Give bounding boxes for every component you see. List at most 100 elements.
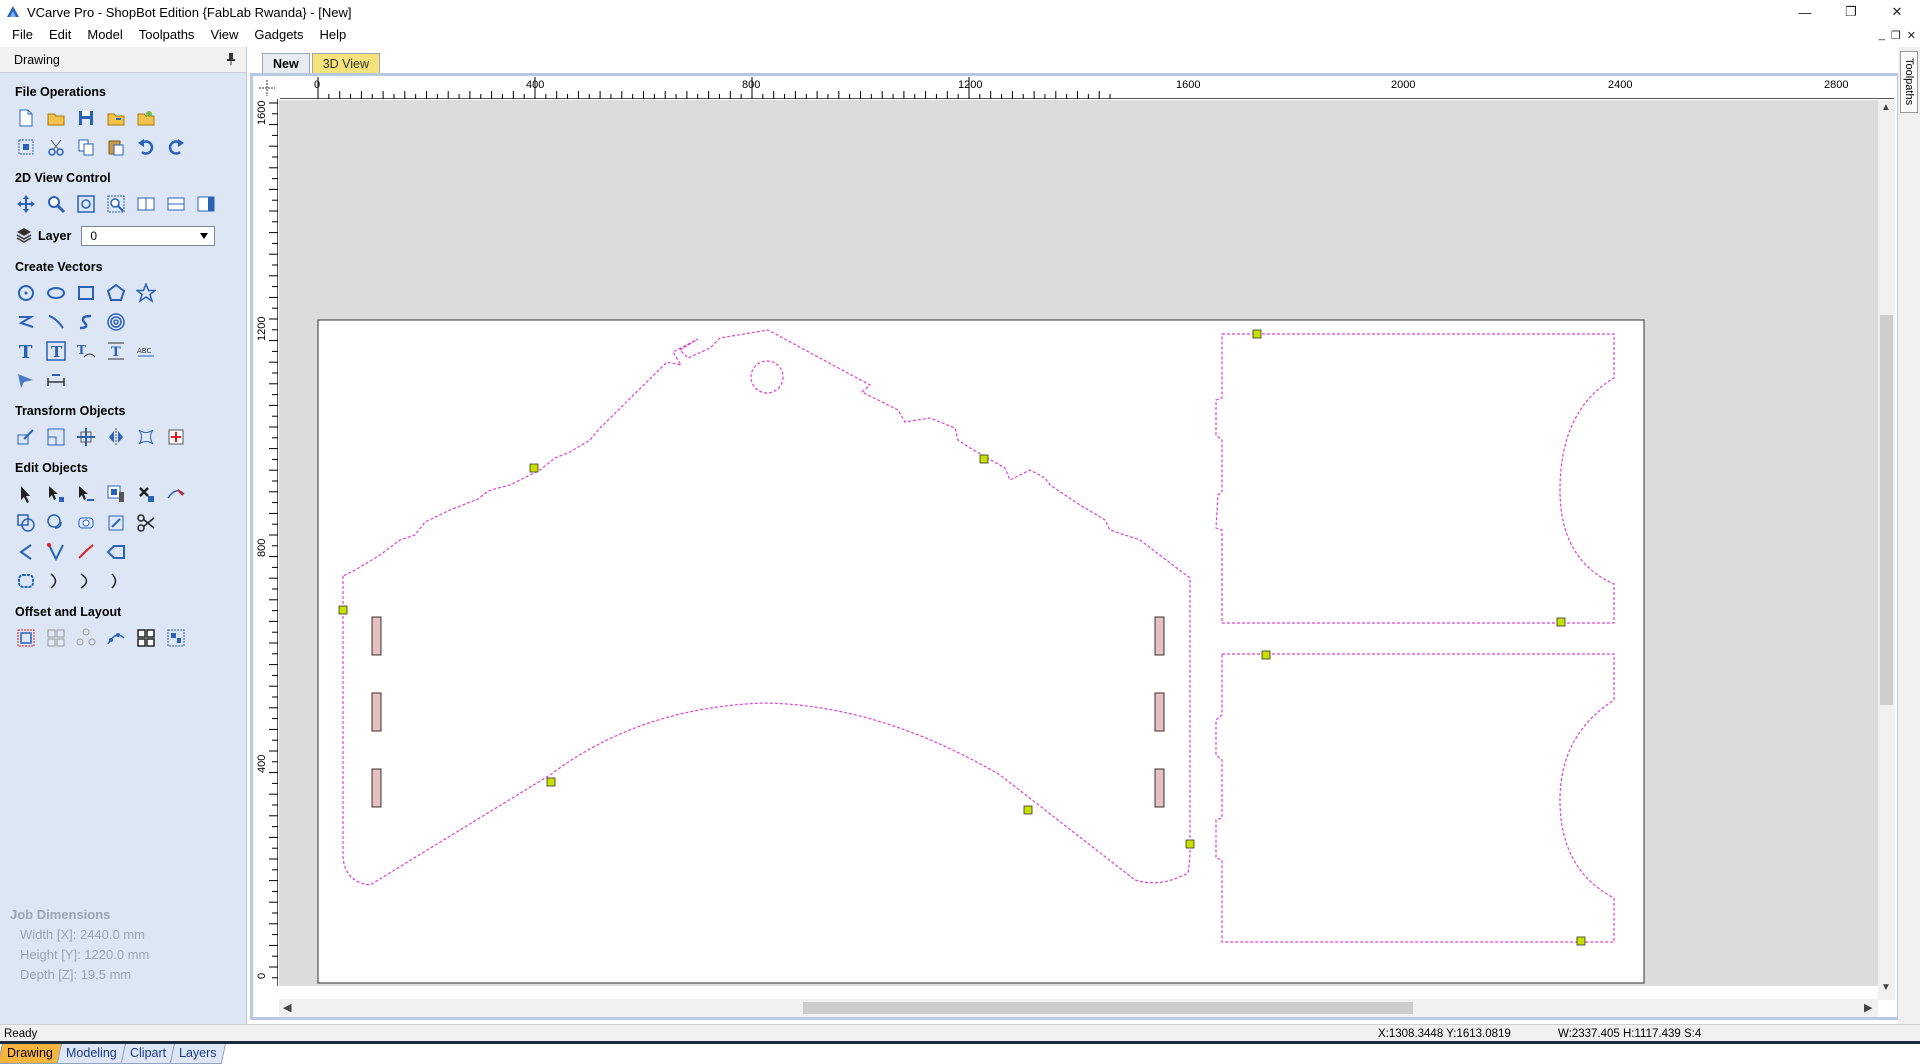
mdi-restore-button[interactable]: ❐ [1891, 29, 1901, 42]
menu-file[interactable]: File [4, 24, 41, 46]
job-setup-icon[interactable] [14, 135, 38, 159]
draw-ellipse-icon[interactable] [44, 281, 68, 305]
zoom-selected-icon[interactable] [104, 192, 128, 216]
minimize-button[interactable]: — [1782, 0, 1828, 24]
text-arc-icon[interactable]: ABC [134, 339, 158, 363]
horizontal-scroll-thumb[interactable] [803, 1002, 1413, 1014]
select-icon[interactable] [14, 482, 38, 506]
offset-icon[interactable] [14, 626, 38, 650]
curve-fit-icon[interactable] [44, 569, 68, 593]
dogbone-icon[interactable] [44, 540, 68, 564]
draw-star-icon[interactable] [134, 281, 158, 305]
new-file-icon[interactable] [14, 106, 38, 130]
mdi-close-button[interactable]: ✕ [1907, 29, 1916, 42]
maximize-button[interactable]: ❐ [1828, 0, 1874, 24]
zoom-box-icon[interactable] [44, 192, 68, 216]
scissors-icon[interactable] [134, 511, 158, 535]
select-nodes-icon[interactable] [74, 482, 98, 506]
nesting-icon[interactable] [134, 626, 158, 650]
close-button[interactable]: ✕ [1874, 0, 1920, 24]
menu-gadgets[interactable]: Gadgets [246, 24, 311, 46]
mirror-icon[interactable] [104, 425, 128, 449]
tab-3d-view[interactable]: 3D View [311, 53, 381, 73]
cut-icon[interactable] [44, 135, 68, 159]
delete-icon[interactable] [134, 482, 158, 506]
scroll-down-icon[interactable]: ▼ [1881, 982, 1891, 993]
menu-help[interactable]: Help [312, 24, 355, 46]
transform-row [0, 425, 246, 449]
vertical-scrollbar[interactable]: ▲ ▼ [1878, 100, 1895, 1000]
zoom-job-icon[interactable] [74, 192, 98, 216]
scroll-up-icon[interactable]: ▲ [1881, 102, 1891, 113]
undo-icon[interactable] [134, 135, 158, 159]
ruler-origin-icon[interactable] [253, 77, 280, 99]
drawing-canvas[interactable] [279, 100, 1878, 986]
open-file-icon[interactable] [44, 106, 68, 130]
pin-icon[interactable] [226, 53, 236, 68]
extend-icon[interactable] [74, 540, 98, 564]
distort-icon[interactable] [134, 425, 158, 449]
trim-icon[interactable] [164, 482, 188, 506]
tab-new[interactable]: New [262, 53, 310, 73]
svg-text:T: T [51, 343, 63, 361]
draw-rectangle-icon[interactable] [74, 281, 98, 305]
save-file-icon[interactable] [74, 106, 98, 130]
menu-model[interactable]: Model [79, 24, 130, 46]
fillet-icon[interactable] [14, 368, 38, 392]
intersect-icon[interactable] [74, 511, 98, 535]
draw-spiral-icon[interactable] [104, 310, 128, 334]
scale-icon[interactable] [44, 425, 68, 449]
view-toggle-icon[interactable] [194, 192, 218, 216]
draw-curve-icon[interactable] [74, 310, 98, 334]
close-vector-icon[interactable] [104, 540, 128, 564]
weld-icon[interactable] [14, 511, 38, 535]
menu-toolpaths[interactable]: Toolpaths [131, 24, 203, 46]
view-split-icon[interactable] [134, 192, 158, 216]
copy-along-vector-icon[interactable] [104, 626, 128, 650]
mdi-minimize-button[interactable]: _ [1879, 29, 1885, 41]
array-copy-icon[interactable] [44, 626, 68, 650]
menu-edit[interactable]: Edit [41, 24, 79, 46]
scroll-left-icon[interactable]: ◀ [283, 1001, 291, 1014]
toolpaths-tab[interactable]: Toolpaths [1900, 51, 1918, 113]
move-icon[interactable] [14, 425, 38, 449]
nest-parts-icon[interactable] [164, 626, 188, 650]
auto-layout-text-icon[interactable]: T [44, 339, 68, 363]
layer-select[interactable]: 0 [81, 226, 216, 246]
tab-drawing[interactable]: Drawing [0, 1042, 63, 1064]
node-edit-icon[interactable] [44, 482, 68, 506]
smooth-icon[interactable] [14, 569, 38, 593]
view-grid-icon[interactable] [164, 192, 188, 216]
scroll-right-icon[interactable]: ▶ [1864, 1001, 1872, 1014]
align-icon[interactable] [74, 425, 98, 449]
paste-icon[interactable] [104, 135, 128, 159]
text-on-curve-icon[interactable]: T [74, 339, 98, 363]
draw-polygon-icon[interactable] [104, 281, 128, 305]
import-bitmap-icon[interactable] [134, 106, 158, 130]
redo-icon[interactable] [164, 135, 188, 159]
tab-modeling[interactable]: Modeling [56, 1042, 126, 1064]
arc-fit-icon[interactable] [74, 569, 98, 593]
draw-arc-icon[interactable] [44, 310, 68, 334]
menu-view[interactable]: View [202, 24, 246, 46]
join-icon[interactable] [104, 511, 128, 535]
interactive-select-icon[interactable] [104, 482, 128, 506]
draw-text-icon[interactable]: T [14, 339, 38, 363]
set-position-icon[interactable] [164, 425, 188, 449]
dimension-icon[interactable] [44, 368, 68, 392]
pan-icon[interactable] [14, 192, 38, 216]
draw-polyline-icon[interactable] [14, 310, 38, 334]
text-block-icon[interactable]: T [104, 339, 128, 363]
tab-layers[interactable]: Layers [169, 1042, 226, 1064]
copy-icon[interactable] [74, 135, 98, 159]
vector-drawing[interactable] [279, 100, 1878, 986]
import-vectors-icon[interactable] [104, 106, 128, 130]
draw-circle-icon[interactable] [14, 281, 38, 305]
vertical-scroll-thumb[interactable] [1880, 315, 1893, 705]
fillet-corner-icon[interactable] [14, 540, 38, 564]
circular-array-icon[interactable] [74, 626, 98, 650]
subtract-icon[interactable] [44, 511, 68, 535]
tab-clipart[interactable]: Clipart [120, 1042, 176, 1064]
horizontal-scrollbar[interactable]: ◀ ▶ [279, 999, 1878, 1017]
bezier-fit-icon[interactable] [104, 569, 128, 593]
